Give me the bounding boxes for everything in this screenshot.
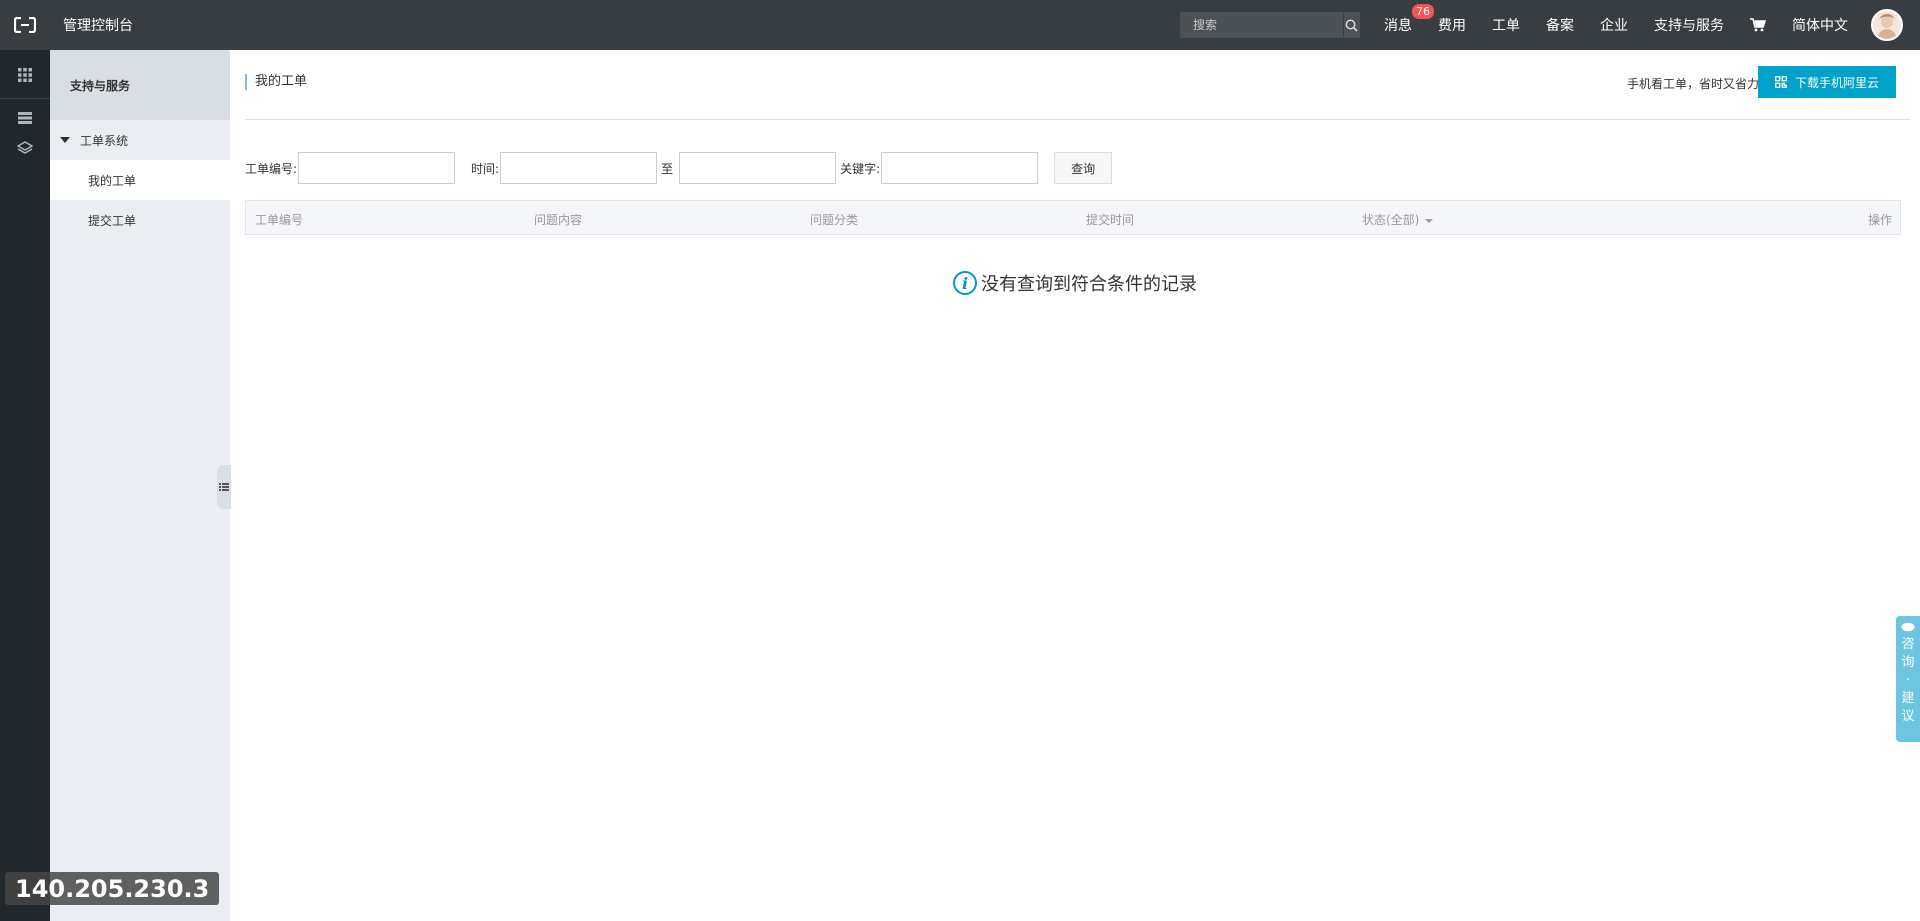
search-icon[interactable]	[1343, 13, 1359, 37]
nav-messages-label: 消息	[1384, 18, 1412, 34]
nav-messages[interactable]: 消息 76	[1384, 4, 1434, 35]
column-status-label: 状态(全部)	[1362, 213, 1420, 227]
consult-char: 议	[1901, 709, 1915, 724]
to-label: 至	[661, 161, 674, 176]
download-app-label: 下载手机阿里云	[1794, 75, 1879, 90]
nav-ticket[interactable]: 工单	[1492, 15, 1520, 35]
column-status-filter[interactable]: 状态(全部)	[1362, 211, 1434, 228]
top-bar: 管理控制台 消息 76 费用 工单 备案 企业 支持与服务 简体中文	[0, 0, 1920, 50]
sidebar-item-my-tickets[interactable]: 我的工单	[50, 160, 230, 200]
messages-badge: 76	[1412, 4, 1434, 19]
nav-support[interactable]: 支持与服务	[1654, 15, 1724, 35]
column-content: 问题内容	[534, 213, 583, 227]
filter-bar: 工单编号: 时间: 至 关键字: 查询	[245, 152, 1113, 184]
empty-message: 没有查询到符合条件的记录	[981, 274, 1197, 295]
sidebar-group-label: 工单系统	[80, 133, 129, 148]
mobile-promo-text: 手机看工单，省时又省力	[1626, 77, 1759, 91]
caret-down-icon	[60, 137, 70, 143]
ip-address-overlay: 140.205.230.3	[5, 872, 220, 905]
page-title: 我的工单	[245, 74, 307, 90]
download-app-button[interactable]: 下载手机阿里云	[1758, 66, 1896, 98]
column-category: 问题分类	[810, 213, 859, 227]
feedback-cloud-icon	[1901, 622, 1915, 632]
sidebar-collapse-handle[interactable]	[217, 465, 231, 509]
consult-char: 建	[1901, 691, 1915, 706]
nav-billing[interactable]: 费用	[1438, 15, 1466, 35]
nav-language[interactable]: 简体中文	[1792, 15, 1848, 35]
nav-enterprise[interactable]: 企业	[1600, 15, 1628, 35]
info-icon: i	[953, 271, 977, 295]
sidebar-item-submit-ticket[interactable]: 提交工单	[50, 200, 230, 240]
ticket-no-input[interactable]	[298, 152, 456, 184]
query-button[interactable]: 查询	[1054, 152, 1113, 184]
consult-feedback-tab[interactable]: 咨 询 · 建 议	[1896, 616, 1920, 742]
aliyun-logo-icon[interactable]	[0, 0, 50, 50]
cube-product-icon[interactable]	[0, 133, 50, 163]
page-header: 我的工单 手机看工单，省时又省力 下载手机阿里云	[245, 50, 1910, 120]
main-content: 我的工单 手机看工单，省时又省力 下载手机阿里云 工单编号: 时间: 至 关键字…	[230, 50, 1920, 921]
server-list-icon[interactable]	[0, 103, 50, 133]
end-time-input[interactable]	[679, 152, 837, 184]
search-input[interactable]	[1181, 13, 1343, 37]
top-nav: 消息 76 费用 工单 备案 企业 支持与服务 简体中文	[1180, 0, 1920, 50]
nav-icp[interactable]: 备案	[1546, 15, 1574, 35]
consult-char: 咨	[1901, 637, 1915, 652]
time-label: 时间:	[471, 161, 500, 176]
column-ticket-no: 工单编号	[255, 213, 304, 227]
rail-divider	[0, 98, 50, 99]
console-title[interactable]: 管理控制台	[63, 15, 133, 35]
start-time-input[interactable]	[500, 152, 658, 184]
qr-code-icon	[1775, 76, 1787, 88]
consult-char: 询	[1901, 655, 1915, 670]
ticket-no-label: 工单编号:	[245, 161, 298, 176]
search-box	[1180, 12, 1360, 38]
ticket-table-header: 工单编号 问题内容 问题分类 提交时间 状态(全部) 操作	[245, 200, 1901, 235]
cart-icon[interactable]	[1750, 18, 1766, 32]
empty-state: i 没有查询到符合条件的记录	[230, 270, 1920, 296]
sidebar-group-ticket-system[interactable]: 工单系统	[50, 120, 230, 160]
sidebar-title: 支持与服务	[50, 50, 230, 120]
keyword-label: 关键字:	[840, 161, 881, 176]
collapse-list-icon	[219, 483, 229, 491]
apps-grid-icon[interactable]	[0, 60, 50, 90]
caret-down-icon	[1425, 218, 1434, 223]
secondary-sidebar: 支持与服务 工单系统 我的工单 提交工单	[50, 50, 230, 921]
column-submit-time: 提交时间	[1086, 213, 1135, 227]
column-actions: 操作	[1867, 213, 1892, 227]
consult-char: ·	[1905, 673, 1911, 688]
user-avatar[interactable]	[1871, 9, 1903, 41]
keyword-input[interactable]	[881, 152, 1039, 184]
sidebar-item-label: 我的工单	[88, 173, 137, 188]
sidebar-item-label: 提交工单	[88, 213, 137, 228]
icon-rail	[0, 50, 50, 921]
